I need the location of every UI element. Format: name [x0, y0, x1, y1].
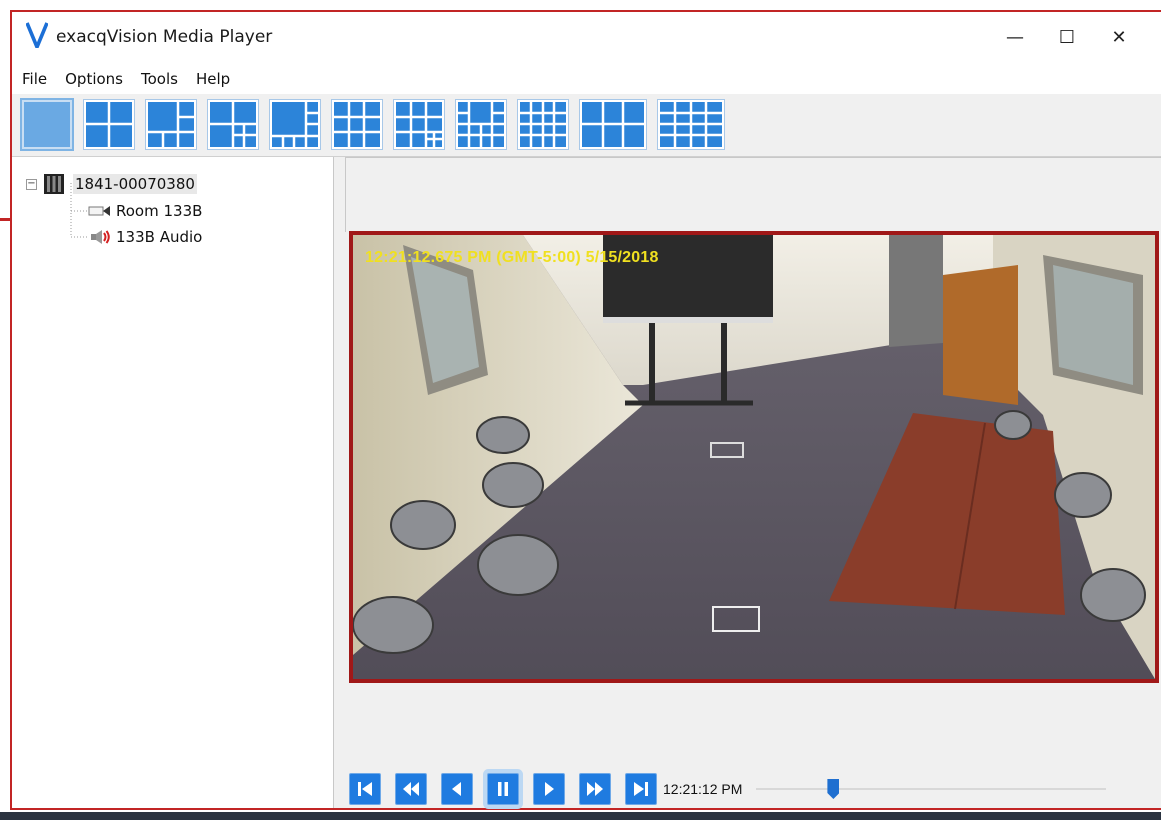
pause-button[interactable]: [487, 773, 519, 805]
audio-label: 133B Audio: [116, 228, 203, 246]
layout-1plus12-button[interactable]: [456, 100, 506, 149]
timeline-track[interactable]: [756, 788, 1107, 790]
menu-help[interactable]: Help: [187, 70, 239, 88]
step-back-icon: [452, 782, 461, 796]
play-button[interactable]: [533, 773, 565, 805]
tree-item-server[interactable]: − 1841-00070380: [26, 173, 197, 195]
layout-1plus9-button[interactable]: [394, 100, 444, 149]
skip-to-end-button[interactable]: [625, 773, 657, 805]
camera-label: Room 133B: [116, 202, 203, 220]
layout-1plus7-icon: [272, 102, 318, 147]
minimize-button[interactable]: —: [989, 20, 1041, 54]
rewind-icon: [403, 782, 419, 796]
annotation-arrow: [0, 218, 10, 221]
layout-1x1-icon: [24, 102, 70, 147]
taskbar-edge: [0, 812, 1161, 820]
menu-file[interactable]: File: [12, 70, 56, 88]
layout-2x2-button[interactable]: [84, 100, 134, 149]
layout-1x1-button[interactable]: [22, 100, 72, 149]
play-icon: [545, 782, 554, 796]
maximize-button[interactable]: ☐: [1041, 20, 1093, 54]
title-bar: exacqVision Media Player — ☐ ✕: [12, 12, 1161, 64]
layout-1plus5-button[interactable]: [208, 100, 258, 149]
menu-tools[interactable]: Tools: [132, 70, 187, 88]
video-pane: 12:21:12.675 PM (GMT-5:00) 5/15/2018 12:…: [345, 157, 1161, 808]
layout-1plus5-icon: [210, 102, 256, 147]
exacq-logo-icon: [25, 22, 49, 49]
layout-3x3-button[interactable]: [332, 100, 382, 149]
skip-to-start-button[interactable]: [349, 773, 381, 805]
fast-forward-button[interactable]: [579, 773, 611, 805]
step-back-button[interactable]: [441, 773, 473, 805]
server-icon: [43, 173, 65, 195]
device-tree: − 1841-00070380 Room 133B 133B Audio: [12, 157, 334, 808]
layout-1plus7-button[interactable]: [270, 100, 320, 149]
skip-to-end-icon: [634, 782, 648, 796]
media-player-window: exacqVision Media Player — ☐ ✕ File Opti…: [10, 10, 1161, 810]
layout-1plus3-button[interactable]: [146, 100, 196, 149]
layout-3x3-icon: [334, 102, 380, 147]
layout-4x4-icon: [520, 102, 566, 147]
pause-icon: [498, 782, 508, 796]
speaker-icon: [88, 228, 112, 246]
video-timestamp: 12:21:12.675 PM (GMT-5:00) 5/15/2018: [365, 249, 659, 266]
video-view[interactable]: 12:21:12.675 PM (GMT-5:00) 5/15/2018: [349, 231, 1159, 683]
timeline-thumb[interactable]: [827, 779, 840, 799]
layout-toolbar: [12, 94, 1161, 157]
layout-1plus12-icon: [458, 102, 504, 147]
tree-item-camera[interactable]: Room 133B: [88, 202, 202, 220]
close-button[interactable]: ✕: [1093, 20, 1145, 54]
layout-1plus9-icon: [396, 102, 442, 147]
server-label: 1841-00070380: [73, 174, 197, 194]
rewind-button[interactable]: [395, 773, 427, 805]
layout-2x3-wide-icon: [582, 102, 644, 147]
tree-item-audio[interactable]: 133B Audio: [88, 228, 202, 246]
menu-bar: File Options Tools Help: [12, 64, 1161, 94]
window-title: exacqVision Media Player: [56, 27, 273, 47]
room-camera-feed: [353, 235, 1155, 679]
layout-4x4-button[interactable]: [518, 100, 568, 149]
skip-to-start-icon: [358, 782, 372, 796]
fast-forward-icon: [587, 782, 603, 796]
video-pane-header: [345, 157, 1161, 232]
layout-2x3-wide-button[interactable]: [580, 100, 646, 149]
collapse-toggle-icon[interactable]: −: [26, 178, 37, 190]
timeline-slider[interactable]: [756, 779, 1107, 799]
playback-controls: 12:21:12 PM: [349, 769, 1161, 809]
playback-time: 12:21:12 PM: [663, 781, 743, 797]
layout-4x4-alt-button[interactable]: [658, 100, 724, 149]
layout-4x4-alt-icon: [660, 102, 722, 147]
layout-1plus3-icon: [148, 102, 194, 147]
menu-options[interactable]: Options: [56, 70, 132, 88]
camera-icon: [88, 204, 112, 218]
layout-2x2-icon: [86, 102, 132, 147]
